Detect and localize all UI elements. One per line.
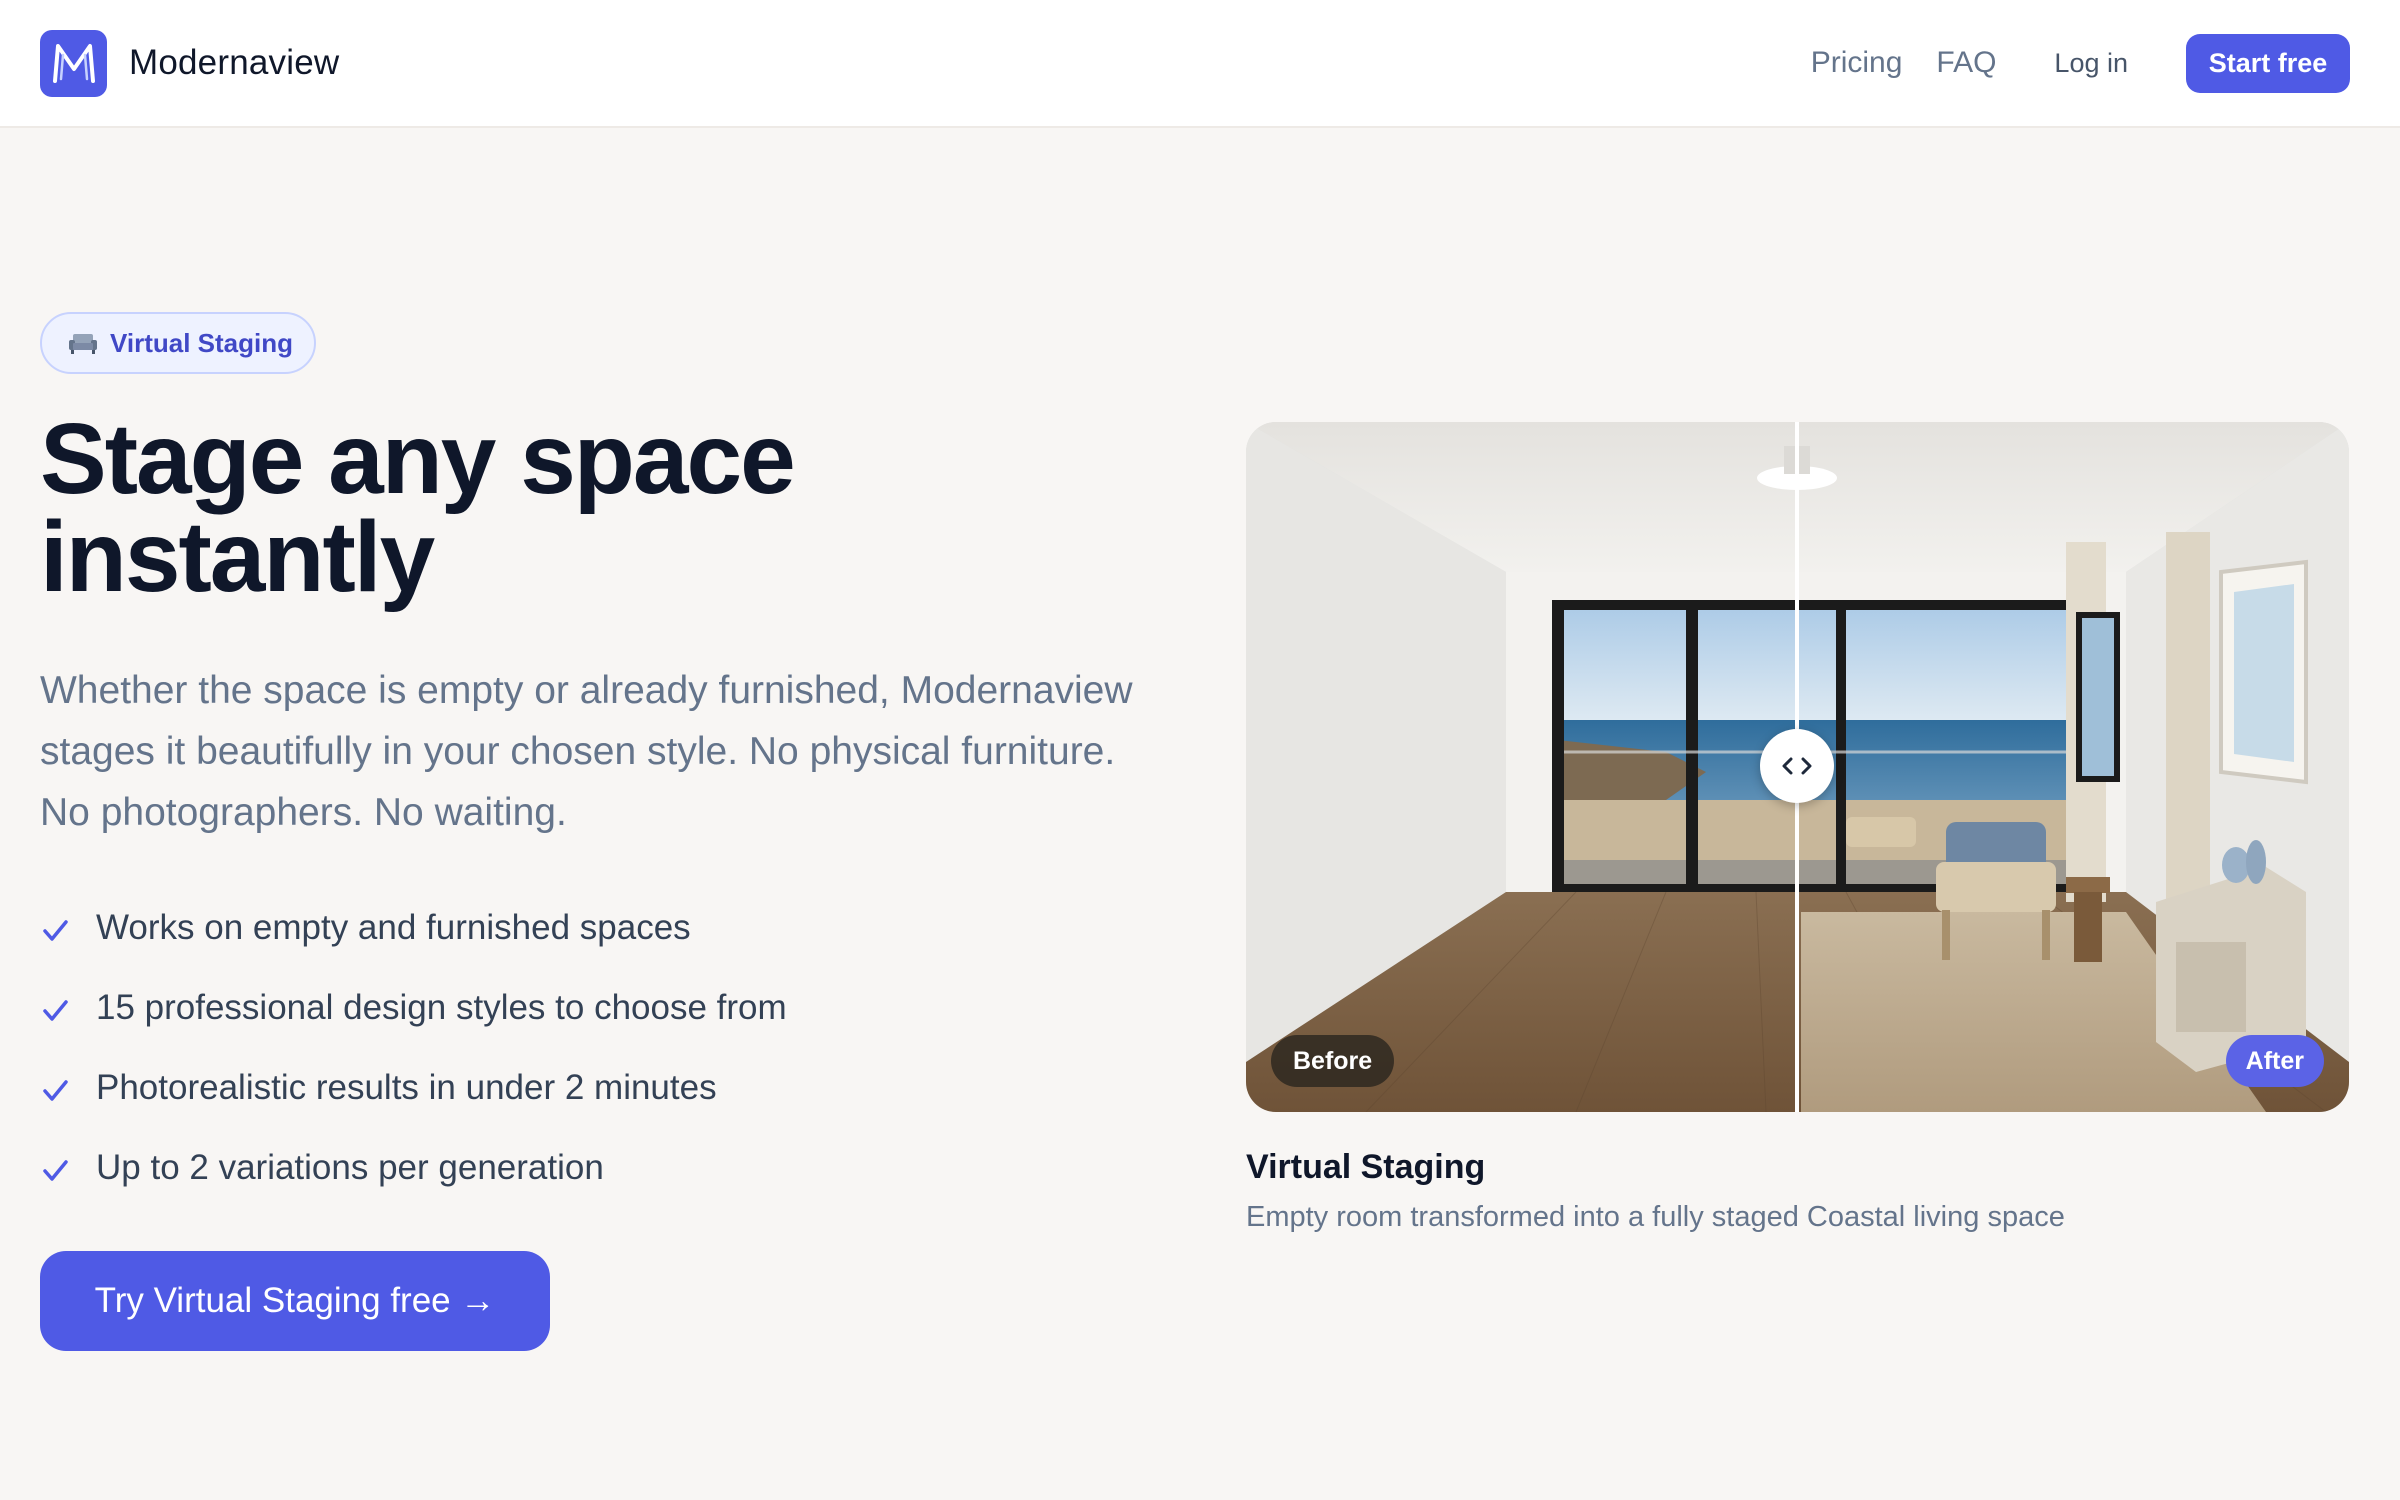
feature-item: Photorealistic results in under 2 minute… [40, 1048, 787, 1128]
top-navbar: Modernaview Pricing FAQ Log in Start fre… [0, 0, 2400, 128]
before-after-comparison[interactable]: Before After [1246, 422, 2349, 1112]
comparison-caption-subtitle: Empty room transformed into a fully stag… [1246, 1201, 2065, 1233]
feature-item: 15 professional design styles to choose … [40, 968, 787, 1048]
main-nav: Pricing FAQ Log in Start free [1811, 33, 2350, 93]
feature-text: Up to 2 variations per generation [96, 1148, 604, 1187]
brand-name: Modernaview [129, 43, 340, 82]
checkmark-icon [43, 1160, 68, 1181]
checkmark-icon [43, 1080, 68, 1101]
brand[interactable]: Modernaview [40, 29, 340, 97]
feature-badge: Virtual Staging [40, 312, 316, 374]
comparison-caption-title: Virtual Staging [1246, 1148, 1486, 1186]
m-logo-icon [40, 29, 107, 97]
feature-text: Photorealistic results in under 2 minute… [96, 1068, 717, 1107]
hero-subtitle: Whether the space is empty or already fu… [40, 669, 1133, 834]
feature-item: Works on empty and furnished spaces [40, 888, 787, 968]
checkmark-icon [43, 1000, 68, 1021]
sofa-icon [69, 334, 97, 354]
badge-label: Virtual Staging [110, 327, 293, 358]
start-free-button[interactable]: Start free [2186, 33, 2350, 93]
after-label: After [2225, 1035, 2324, 1087]
feature-list: Works on empty and furnished spaces 15 p… [40, 888, 787, 1208]
nav-link-faq[interactable]: FAQ [1936, 46, 1996, 80]
login-link[interactable]: Log in [2054, 48, 2128, 79]
nav-link-pricing[interactable]: Pricing [1811, 46, 1903, 80]
before-label: Before [1271, 1035, 1395, 1087]
checkmark-icon [43, 920, 68, 941]
try-virtual-staging-button[interactable]: Try Virtual Staging free → [40, 1251, 550, 1351]
feature-text: 15 professional design styles to choose … [96, 988, 787, 1027]
comparison-slider-handle[interactable] [1760, 729, 1834, 803]
feature-text: Works on empty and furnished spaces [96, 908, 691, 947]
chevron-left-right-icon [1782, 757, 1812, 775]
feature-item: Up to 2 variations per generation [40, 1128, 787, 1208]
hero-title: Stage any space instantly [40, 403, 796, 613]
